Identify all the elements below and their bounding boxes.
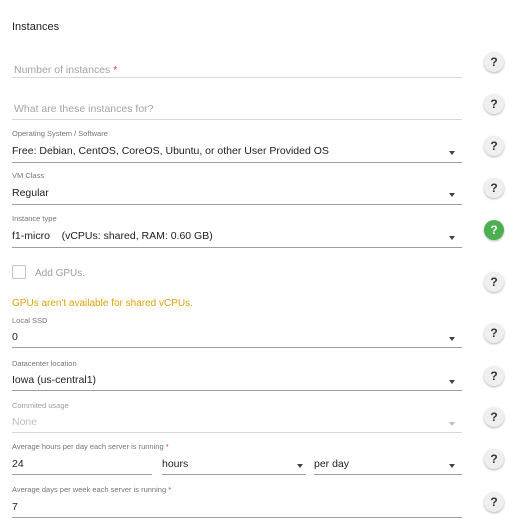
committed-usage-select: Commited usage None bbox=[12, 400, 462, 434]
hours-per-day-field: Average hours per day each server is run… bbox=[12, 441, 462, 477]
committed-usage-value: None bbox=[12, 416, 38, 428]
committed-usage-label: Commited usage bbox=[12, 401, 69, 410]
num-instances-field[interactable]: Number of instances * bbox=[12, 58, 462, 78]
help-icon[interactable]: ? bbox=[484, 366, 504, 386]
help-icon[interactable]: ? bbox=[484, 272, 504, 292]
instance-type-select[interactable]: Instance type f1-micro (vCPUs: shared, R… bbox=[12, 213, 462, 249]
period-value: per day bbox=[314, 458, 350, 470]
period-select[interactable]: per day bbox=[314, 453, 462, 475]
days-per-week-label: Average days per week each server is run… bbox=[12, 485, 167, 494]
field-underline bbox=[12, 204, 462, 205]
num-instances-placeholder: Number of instances bbox=[14, 64, 111, 76]
datacenter-select[interactable]: Datacenter location Iowa (us-central1) bbox=[12, 358, 462, 392]
field-underline bbox=[12, 77, 462, 78]
field-underline bbox=[12, 162, 462, 163]
vm-class-value: Regular bbox=[12, 187, 49, 199]
help-icon[interactable]: ? bbox=[484, 492, 504, 512]
os-select[interactable]: Operating System / Software Free: Debian… bbox=[12, 128, 462, 164]
purpose-field[interactable]: What are these instances for? bbox=[12, 97, 462, 121]
datacenter-label: Datacenter location bbox=[12, 359, 77, 368]
help-icon[interactable]: ? bbox=[484, 220, 504, 240]
chevron-down-icon bbox=[449, 422, 455, 426]
os-value: Free: Debian, CentOS, CoreOS, Ubuntu, or… bbox=[12, 145, 329, 157]
hours-per-day-value: 24 bbox=[12, 458, 24, 470]
help-icon[interactable]: ? bbox=[484, 136, 504, 156]
gpu-warning-text: GPUs aren't available for shared vCPUs. bbox=[12, 298, 193, 309]
help-icon[interactable]: ? bbox=[484, 323, 504, 343]
help-icon[interactable]: ? bbox=[484, 178, 504, 198]
local-ssd-label: Local SSD bbox=[12, 316, 48, 325]
instance-type-label: Instance type bbox=[12, 214, 57, 223]
add-gpus-label: Add GPUs. bbox=[35, 268, 86, 279]
help-icon[interactable]: ? bbox=[484, 407, 504, 427]
add-gpus-checkbox[interactable] bbox=[12, 265, 26, 279]
hours-per-day-label: Average hours per day each server is run… bbox=[12, 442, 164, 451]
field-underline bbox=[12, 247, 462, 248]
field-underline bbox=[12, 517, 462, 518]
field-underline bbox=[162, 474, 306, 475]
instance-type-value: f1-micro (vCPUs: shared, RAM: 0.60 GB) bbox=[12, 230, 213, 242]
field-underline bbox=[12, 119, 462, 120]
field-underline bbox=[12, 432, 462, 433]
vm-class-label: VM Class bbox=[12, 171, 45, 180]
chevron-down-icon bbox=[449, 151, 455, 155]
required-mark: * bbox=[113, 64, 118, 76]
help-icon[interactable]: ? bbox=[484, 94, 504, 114]
datacenter-value: Iowa (us-central1) bbox=[12, 374, 97, 386]
field-underline bbox=[12, 347, 462, 348]
chevron-down-icon bbox=[449, 236, 455, 240]
field-underline bbox=[12, 390, 462, 391]
chevron-down-icon bbox=[449, 193, 455, 197]
field-underline bbox=[314, 474, 462, 475]
required-mark: * bbox=[168, 485, 172, 494]
required-mark: * bbox=[165, 442, 169, 451]
local-ssd-value: 0 bbox=[12, 331, 18, 343]
hours-unit-select[interactable]: hours bbox=[162, 453, 306, 475]
vm-class-select[interactable]: VM Class Regular bbox=[12, 170, 462, 206]
chevron-down-icon bbox=[449, 380, 455, 384]
local-ssd-select[interactable]: Local SSD 0 bbox=[12, 315, 462, 349]
purpose-placeholder: What are these instances for? bbox=[14, 103, 154, 115]
days-per-week-value: 7 bbox=[12, 501, 18, 513]
field-underline bbox=[12, 474, 152, 475]
days-per-week-field[interactable]: Average days per week each server is run… bbox=[12, 484, 462, 518]
chevron-down-icon bbox=[297, 464, 303, 468]
help-icon[interactable]: ? bbox=[484, 52, 504, 72]
chevron-down-icon bbox=[449, 337, 455, 341]
hours-unit-value: hours bbox=[162, 458, 189, 470]
chevron-down-icon bbox=[449, 464, 455, 468]
section-title: Instances bbox=[12, 21, 60, 33]
hours-per-day-input[interactable]: 24 bbox=[12, 453, 152, 475]
os-label: Operating System / Software bbox=[12, 129, 108, 138]
help-icon[interactable]: ? bbox=[484, 449, 504, 469]
